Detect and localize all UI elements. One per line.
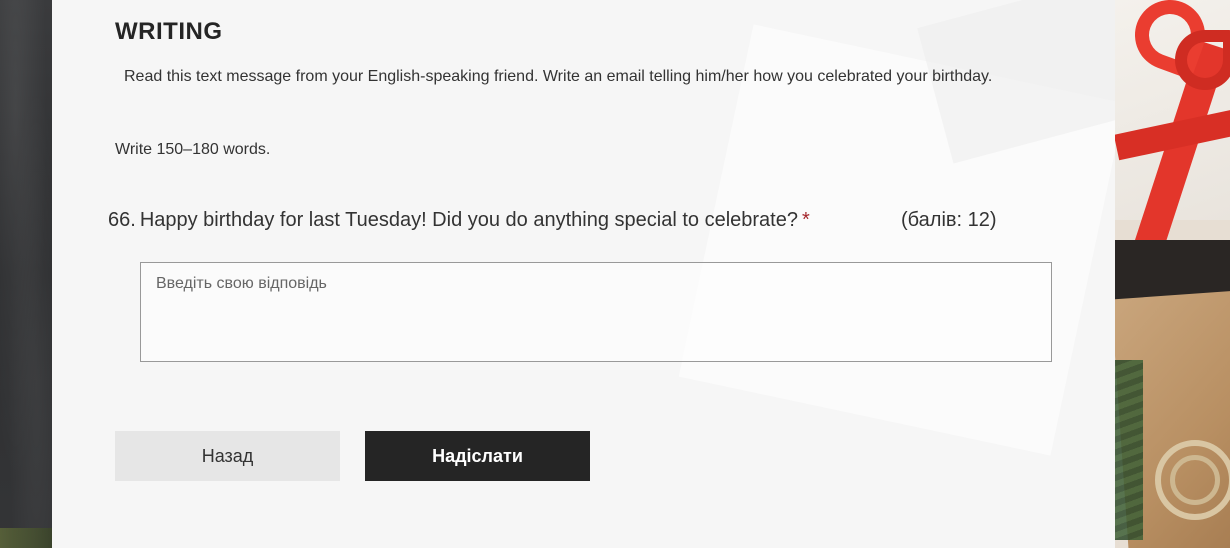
gift-bow-loop: [1175, 30, 1230, 90]
twine-coil-inner: [1170, 455, 1220, 505]
background-shadow: [1115, 240, 1230, 300]
question-text: Happy birthday for last Tuesday! Did you…: [139, 209, 798, 231]
background-gift-decoration: [1115, 0, 1230, 548]
word-limit-text: Write 150–180 words.: [115, 141, 271, 158]
submit-button[interactable]: Надіслати: [365, 431, 590, 481]
fir-branch: [1115, 360, 1143, 540]
section-title: WRITING: [115, 18, 223, 45]
back-button[interactable]: Назад: [115, 431, 340, 481]
background-chalkboard: [0, 0, 52, 548]
form-card: WRITING Read this text message from your…: [52, 0, 1115, 548]
background-leaf: [0, 528, 52, 548]
question-points: (балів: 12): [901, 209, 997, 231]
question-header: 66. Happy birthday for last Tuesday! Did …: [108, 209, 1068, 232]
required-marker: *: [801, 209, 810, 231]
answer-input[interactable]: [140, 262, 1052, 362]
question-number: 66.: [108, 209, 136, 231]
section-description: Read this text message from your English…: [124, 68, 993, 85]
